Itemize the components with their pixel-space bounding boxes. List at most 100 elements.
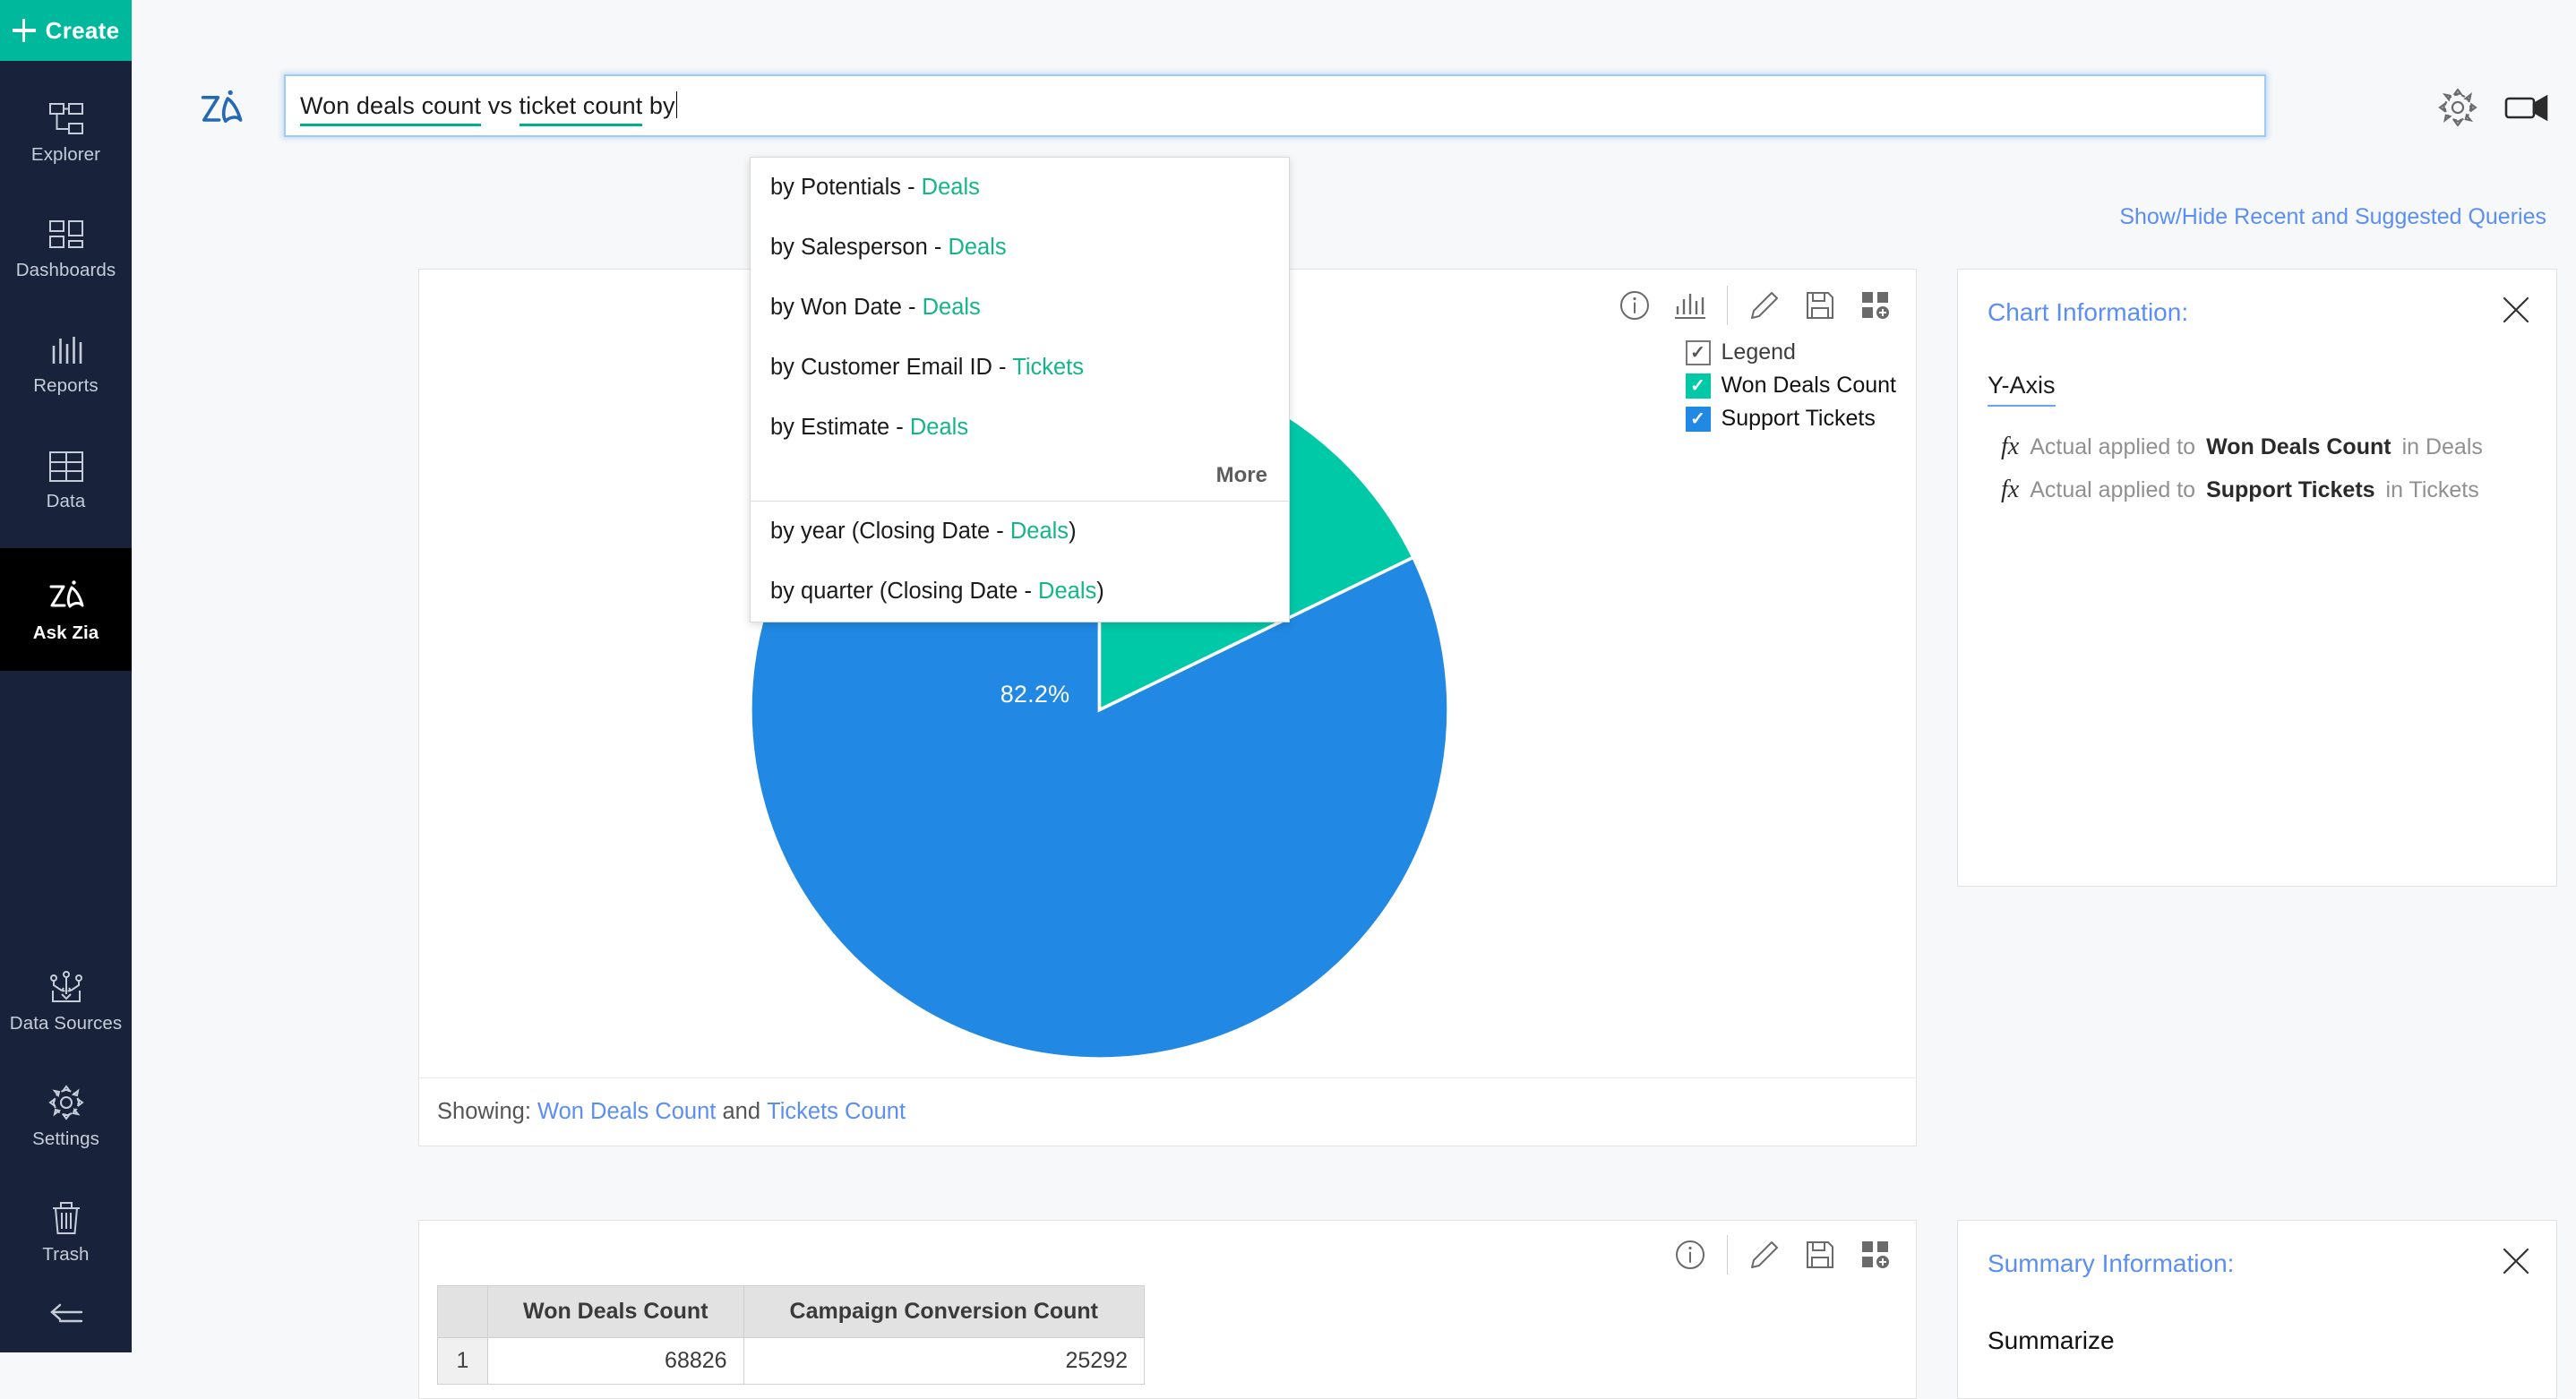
sidebar-item-ask-zia[interactable]: Ask Zia: [0, 548, 132, 671]
suggestions-more-row: More: [751, 458, 1289, 502]
suggestion-prefix: by Customer Email ID -: [770, 355, 1012, 380]
more-button[interactable]: More: [1216, 463, 1267, 487]
y-axis-heading: Y-Axis: [1988, 372, 2056, 407]
y-axis-row-1: fx Actual applied to Won Deals Count in …: [2001, 433, 2483, 461]
fx-icon: fx: [2001, 476, 2019, 504]
data-grid: Won Deals Count Campaign Conversion Coun…: [437, 1285, 1145, 1385]
suggestion-item-by-year[interactable]: by year (Closing Date - Deals): [751, 502, 1289, 562]
table-cell-won-deals-count: 68826: [488, 1338, 744, 1385]
suggestion-item-salesperson[interactable]: by Salesperson - Deals: [751, 218, 1289, 278]
table-header-campaign-conversion-count[interactable]: Campaign Conversion Count: [743, 1286, 1144, 1338]
plus-icon: [13, 19, 36, 42]
suggestion-item-by-quarter[interactable]: by quarter (Closing Date - Deals): [751, 562, 1289, 622]
header-icons: [2438, 88, 2549, 132]
sidebar-item-settings[interactable]: Settings: [0, 1070, 132, 1159]
table-row[interactable]: 1 68826 25292: [438, 1338, 1145, 1385]
sidebar-item-explorer[interactable]: Explorer: [0, 86, 132, 175]
save-disk-icon[interactable]: [1792, 1230, 1848, 1280]
fx-prefix: Actual applied to: [2030, 434, 2195, 460]
suggestion-module: Deals: [1010, 519, 1069, 544]
query-input-text: Won deals count vs ticket count by: [286, 91, 677, 120]
suggestion-prefix: by quarter (Closing Date -: [770, 579, 1038, 604]
sidebar-item-label: Data Sources: [10, 1013, 122, 1034]
sidebar-item-label: Data: [47, 491, 86, 512]
panel-title: Chart Information:: [1988, 298, 2188, 327]
sidebar-item-data[interactable]: Data: [0, 433, 132, 521]
query-token-3: ticket count: [519, 92, 643, 126]
suggestion-prefix: by year (Closing Date -: [770, 519, 1010, 544]
sidebar-item-dashboards[interactable]: Dashboards: [0, 202, 132, 290]
query-token-2: vs: [481, 92, 519, 119]
data-sources-icon: [47, 964, 85, 1005]
suggestion-item-customer-email-id[interactable]: by Customer Email ID - Tickets: [751, 338, 1289, 398]
close-icon[interactable]: [2501, 295, 2531, 330]
suggestion-item-estimate[interactable]: by Estimate - Deals: [751, 398, 1289, 458]
query-token-1: Won deals count: [300, 92, 481, 126]
sidebar-item-trash[interactable]: Trash: [0, 1186, 132, 1275]
video-camera-icon[interactable]: [2504, 91, 2549, 128]
sidebar-nav-bottom: Data Sources Settings Trash: [0, 955, 132, 1352]
toolbar-divider: [1727, 1235, 1728, 1275]
main-area: Won deals count vs ticket count by Show/…: [132, 0, 2576, 1352]
table-card: Won Deals Count Campaign Conversion Coun…: [418, 1220, 1917, 1399]
info-icon[interactable]: [1662, 1230, 1718, 1280]
suggestion-module: Deals: [922, 175, 980, 200]
query-input[interactable]: Won deals count vs ticket count by: [284, 74, 2266, 137]
suggestion-module: Tickets: [1012, 355, 1084, 380]
fx-suffix: in Deals: [2402, 434, 2483, 460]
table-cell-campaign-conversion-count: 25292: [743, 1338, 1144, 1385]
hierarchy-icon: [48, 95, 84, 136]
edit-pencil-icon[interactable]: [1737, 1230, 1792, 1280]
close-icon[interactable]: [2501, 1246, 2531, 1281]
sidebar-item-label: Settings: [32, 1129, 99, 1150]
suggestion-prefix: by Potentials -: [770, 175, 922, 200]
zia-logo-icon: [196, 88, 246, 135]
sidebar-item-reports[interactable]: Reports: [0, 317, 132, 406]
table-corner-cell[interactable]: [438, 1286, 488, 1338]
sidebar-item-data-sources[interactable]: Data Sources: [0, 955, 132, 1043]
showing-bar: Showing: Won Deals Count and Tickets Cou…: [419, 1077, 1916, 1146]
chart-information-panel: Chart Information: Y-Axis fx Actual appl…: [1957, 269, 2557, 887]
sidebar-item-label: Reports: [33, 375, 98, 397]
fx-suffix: in Tickets: [2386, 477, 2479, 503]
fx-field: Won Deals Count: [2206, 434, 2391, 460]
add-to-dashboard-icon[interactable]: [1848, 1230, 1903, 1280]
gear-icon[interactable]: [2438, 88, 2477, 132]
fx-field: Support Tickets: [2206, 477, 2374, 503]
suggestion-module: Deals: [923, 295, 981, 320]
sidebar-item-label: Explorer: [31, 144, 100, 166]
suggestion-module: Deals: [1038, 579, 1096, 604]
suggestion-item-won-date[interactable]: by Won Date - Deals: [751, 278, 1289, 338]
bar-chart-icon: [48, 326, 84, 367]
sidebar-nav-top: Explorer Dashboards Reports: [0, 61, 132, 671]
suggestion-suffix: ): [1096, 579, 1104, 604]
query-token-4: by: [642, 92, 674, 119]
summarize-heading: Summarize: [1988, 1326, 2115, 1355]
table-toolbar: [1662, 1230, 1903, 1280]
showing-join: and: [722, 1099, 760, 1125]
gear-icon: [48, 1079, 84, 1120]
showing-field-2[interactable]: Tickets Count: [767, 1099, 906, 1125]
fx-prefix: Actual applied to: [2030, 477, 2195, 503]
sidebar-collapse-button[interactable]: [0, 1301, 132, 1352]
sidebar-item-label: Dashboards: [16, 260, 116, 281]
create-button[interactable]: Create: [0, 0, 132, 61]
table-icon: [48, 442, 84, 483]
create-button-label: Create: [46, 17, 120, 45]
showing-field-1[interactable]: Won Deals Count: [537, 1099, 716, 1125]
suggestions-dropdown: by Potentials - Deals by Salesperson - D…: [750, 157, 1290, 622]
showing-prefix: Showing:: [437, 1099, 531, 1125]
fx-icon: fx: [2001, 433, 2019, 461]
suggestion-module: Deals: [948, 235, 1006, 260]
zia-icon: [46, 573, 87, 614]
summary-information-panel: Summary Information: Summarize: [1957, 1220, 2557, 1399]
trash-icon: [49, 1195, 83, 1236]
suggestion-prefix: by Estimate -: [770, 415, 910, 440]
y-axis-row-2: fx Actual applied to Support Tickets in …: [2001, 476, 2479, 504]
panel-title: Summary Information:: [1988, 1249, 2234, 1278]
table-header-row: Won Deals Count Campaign Conversion Coun…: [438, 1286, 1145, 1338]
text-caret: [676, 91, 677, 118]
table-header-won-deals-count[interactable]: Won Deals Count: [488, 1286, 744, 1338]
show-hide-queries-link[interactable]: Show/Hide Recent and Suggested Queries: [2119, 204, 2546, 230]
suggestion-item-potentials[interactable]: by Potentials - Deals: [751, 158, 1289, 218]
